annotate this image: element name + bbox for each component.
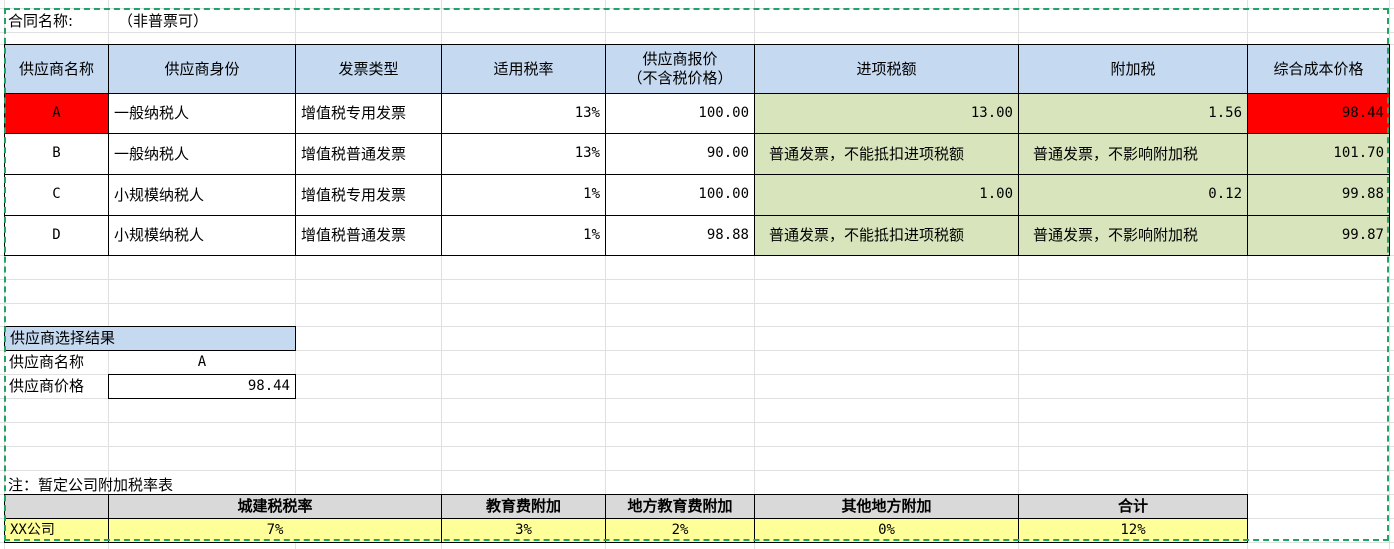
quote-cell[interactable]: 100.00 xyxy=(605,93,755,134)
header-supplier-name: 供应商名称 xyxy=(4,44,109,94)
supplier-identity-cell[interactable]: 小规模纳税人 xyxy=(108,215,296,256)
surtax-value-cell[interactable]: 2% xyxy=(605,518,755,543)
header-quote-line: （不含税价格） xyxy=(627,69,733,87)
input-tax-cell[interactable]: 普通发票，不能抵扣进项税额 xyxy=(754,215,1019,256)
result-name-label: 供应商名称 xyxy=(9,353,85,372)
invoice-type-cell[interactable]: 增值税专用发票 xyxy=(295,174,442,216)
result-name-value[interactable]: A xyxy=(108,350,296,375)
total-cost-cell[interactable]: 98.44 xyxy=(1247,93,1390,134)
surtax-header: 其他地方附加 xyxy=(754,494,1019,519)
contract-value[interactable]: （非普票可） xyxy=(118,10,208,31)
tax-rate-cell[interactable]: 1% xyxy=(441,215,606,256)
input-tax-cell[interactable]: 13.00 xyxy=(754,93,1019,134)
grid-line xyxy=(0,8,1394,9)
surtax-note: 注：暂定公司附加税率表 xyxy=(8,476,174,494)
supplier-identity-cell[interactable]: 一般纳税人 xyxy=(108,133,296,175)
total-cost-cell[interactable]: 99.88 xyxy=(1247,174,1390,216)
result-price-label: 供应商价格 xyxy=(9,377,85,396)
result-title: 供应商选择结果 xyxy=(4,326,296,351)
input-tax-cell[interactable]: 普通发票，不能抵扣进项税额 xyxy=(754,133,1019,175)
header-tax-rate: 适用税率 xyxy=(441,44,606,94)
grid-line xyxy=(0,279,1394,280)
surtax-header: 教育费附加 xyxy=(441,494,606,519)
surtax-company-cell[interactable]: XX公司 xyxy=(4,518,109,543)
surtax-cell[interactable]: 普通发票，不影响附加税 xyxy=(1018,215,1248,256)
grid-line xyxy=(0,446,1394,447)
input-tax-cell[interactable]: 1.00 xyxy=(754,174,1019,216)
result-price-value[interactable]: 98.44 xyxy=(108,374,296,399)
total-cost-cell[interactable]: 101.70 xyxy=(1247,133,1390,175)
surtax-header: 地方教育费附加 xyxy=(605,494,755,519)
surtax-value-cell[interactable]: 3% xyxy=(441,518,606,543)
grid-line xyxy=(0,303,1394,304)
surtax-cell[interactable]: 1.56 xyxy=(1018,93,1248,134)
quote-cell[interactable]: 100.00 xyxy=(605,174,755,216)
invoice-type-cell[interactable]: 增值税普通发票 xyxy=(295,133,442,175)
supplier-name-cell[interactable]: C xyxy=(4,174,109,216)
grid-line xyxy=(0,470,1394,471)
header-quote: 供应商报价 （不含税价格） xyxy=(605,44,755,94)
supplier-name-cell[interactable]: B xyxy=(4,133,109,175)
tax-rate-cell[interactable]: 1% xyxy=(441,174,606,216)
contract-label: 合同名称: xyxy=(8,12,74,30)
surtax-value-cell[interactable]: 0% xyxy=(754,518,1019,543)
surtax-header-blank xyxy=(4,494,109,519)
grid-line xyxy=(0,422,1394,423)
tax-rate-cell[interactable]: 13% xyxy=(441,93,606,134)
surtax-header: 合计 xyxy=(1018,494,1248,519)
supplier-identity-cell[interactable]: 小规模纳税人 xyxy=(108,174,296,216)
header-surtax: 附加税 xyxy=(1018,44,1248,94)
invoice-type-cell[interactable]: 增值税专用发票 xyxy=(295,93,442,134)
grid-line xyxy=(0,32,1394,33)
supplier-name-cell[interactable]: A xyxy=(4,93,109,134)
supplier-name-cell[interactable]: D xyxy=(4,215,109,256)
total-cost-cell[interactable]: 99.87 xyxy=(1247,215,1390,256)
surtax-cell[interactable]: 0.12 xyxy=(1018,174,1248,216)
quote-cell[interactable]: 90.00 xyxy=(605,133,755,175)
header-total-cost: 综合成本价格 xyxy=(1247,44,1390,94)
invoice-type-cell[interactable]: 增值税普通发票 xyxy=(295,215,442,256)
tax-rate-cell[interactable]: 13% xyxy=(441,133,606,175)
surtax-header: 城建税税率 xyxy=(108,494,442,519)
surtax-value-cell[interactable]: 12% xyxy=(1018,518,1248,543)
header-quote-line: 供应商报价 xyxy=(642,50,718,69)
header-supplier-identity: 供应商身份 xyxy=(108,44,296,94)
surtax-value-cell[interactable]: 7% xyxy=(108,518,442,543)
header-invoice-type: 发票类型 xyxy=(295,44,442,94)
quote-cell[interactable]: 98.88 xyxy=(605,215,755,256)
header-input-tax: 进项税额 xyxy=(754,44,1019,94)
supplier-identity-cell[interactable]: 一般纳税人 xyxy=(108,93,296,134)
surtax-cell[interactable]: 普通发票，不影响附加税 xyxy=(1018,133,1248,175)
